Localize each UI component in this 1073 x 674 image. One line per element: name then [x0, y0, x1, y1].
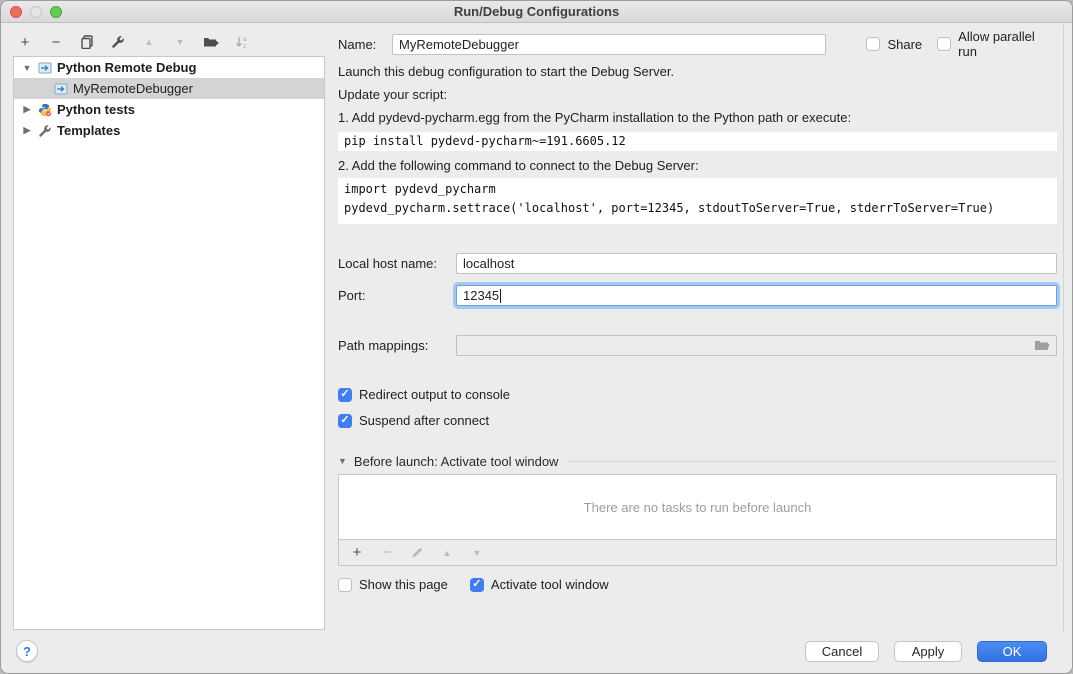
before-launch-collapse-icon[interactable]: ▼ — [338, 456, 347, 466]
settrace-code-block: import pydevd_pycharm pydevd_pycharm.set… — [338, 178, 1057, 224]
description-line-1: Launch this debug configuration to start… — [338, 64, 1057, 80]
allow-parallel-run-checkbox[interactable] — [937, 37, 951, 51]
add-configuration-button[interactable]: + — [17, 34, 33, 50]
redirect-output-checkbox[interactable] — [338, 388, 352, 402]
tree-item-label: Python Remote Debug — [57, 60, 196, 75]
edit-task-pencil-icon — [409, 545, 425, 561]
empty-tasks-message: There are no tasks to run before launch — [339, 475, 1056, 539]
local-host-name-value: localhost — [463, 256, 514, 271]
svg-text:z: z — [243, 43, 246, 50]
code-line-2: pydevd_pycharm.settrace('localhost', por… — [344, 199, 1051, 218]
port-value: 12345 — [463, 288, 499, 303]
tree-item-label: Python tests — [57, 102, 135, 117]
path-mappings-input[interactable] — [456, 335, 1057, 356]
move-down-icon: ▼ — [172, 34, 188, 50]
activate-tool-window-label: Activate tool window — [491, 577, 609, 592]
new-folder-icon[interactable] — [203, 34, 219, 50]
allow-parallel-run-label: Allow parallel run — [958, 29, 1057, 59]
remove-task-button: − — [379, 545, 395, 561]
configurations-toolbar: + − ▲ ▼ az — [17, 31, 250, 53]
tree-item-label: Templates — [57, 123, 120, 138]
local-host-name-input[interactable]: localhost — [456, 253, 1057, 274]
show-this-page-label: Show this page — [359, 577, 448, 592]
pip-install-code-block: pip install pydevd-pycharm~=191.6605.12 — [338, 132, 1057, 151]
remote-debug-config-icon — [54, 82, 68, 96]
move-task-up-icon: ▲ — [439, 545, 455, 561]
share-label: Share — [887, 37, 922, 52]
apply-button[interactable]: Apply — [894, 641, 962, 662]
activate-tool-window-checkbox[interactable] — [470, 578, 484, 592]
window-title: Run/Debug Configurations — [1, 1, 1072, 22]
python-logo-icon — [38, 103, 52, 117]
code-line-1: import pydevd_pycharm — [344, 180, 1051, 199]
before-launch-title: Before launch: Activate tool window — [354, 454, 559, 469]
tree-item-python-tests[interactable]: ▶ Python tests — [14, 99, 324, 120]
dialog-footer: ? Cancel Apply OK — [1, 629, 1072, 673]
remove-configuration-button[interactable]: − — [48, 34, 64, 50]
copy-configuration-icon[interactable] — [79, 34, 95, 50]
title-bar: Run/Debug Configurations — [1, 1, 1072, 23]
collapsed-arrow-icon[interactable]: ▶ — [22, 125, 32, 136]
configurations-tree: ▼ Python Remote Debug MyRemoteDebugger ▶… — [13, 56, 325, 630]
sort-alphabetically-icon[interactable]: az — [234, 34, 250, 50]
tree-item-templates[interactable]: ▶ Templates — [14, 120, 324, 141]
share-checkbox[interactable] — [866, 37, 880, 51]
zoom-window-button[interactable] — [50, 6, 62, 18]
section-divider — [566, 461, 1057, 462]
cancel-button[interactable]: Cancel — [805, 641, 879, 662]
port-input[interactable]: 12345 — [456, 285, 1057, 306]
tree-item-myremotedebugger[interactable]: MyRemoteDebugger — [14, 78, 324, 99]
description-line-2: Update your script: — [338, 87, 1057, 103]
move-up-icon: ▲ — [141, 34, 157, 50]
remote-debug-config-icon — [38, 61, 52, 75]
edit-defaults-wrench-icon[interactable] — [110, 34, 126, 50]
run-debug-configurations-dialog: Run/Debug Configurations + − ▲ ▼ az ▼ Py… — [0, 0, 1073, 674]
before-launch-task-list: There are no tasks to run before launch … — [338, 474, 1057, 566]
name-label: Name: — [338, 37, 392, 52]
step-1-text: 1. Add pydevd-pycharm.egg from the PyCha… — [338, 110, 1057, 126]
tree-item-python-remote-debug[interactable]: ▼ Python Remote Debug — [14, 57, 324, 78]
redirect-output-label: Redirect output to console — [359, 387, 510, 402]
templates-wrench-icon — [38, 124, 52, 138]
local-host-name-label: Local host name: — [338, 256, 456, 271]
tree-item-label: MyRemoteDebugger — [73, 81, 193, 96]
name-input[interactable]: MyRemoteDebugger — [392, 34, 826, 55]
suspend-after-connect-label: Suspend after connect — [359, 413, 489, 428]
add-task-button[interactable]: + — [349, 545, 365, 561]
minimize-window-button — [30, 6, 42, 18]
name-value: MyRemoteDebugger — [399, 37, 519, 52]
show-this-page-checkbox[interactable] — [338, 578, 352, 592]
move-task-down-icon: ▼ — [469, 545, 485, 561]
path-mappings-label: Path mappings: — [338, 338, 456, 353]
configuration-form: Name: MyRemoteDebugger Share Allow paral… — [331, 25, 1064, 631]
close-window-button[interactable] — [10, 6, 22, 18]
suspend-after-connect-checkbox[interactable] — [338, 414, 352, 428]
port-label: Port: — [338, 288, 456, 303]
svg-text:a: a — [243, 36, 247, 43]
browse-folder-icon[interactable] — [1034, 339, 1050, 352]
collapsed-arrow-icon[interactable]: ▶ — [22, 104, 32, 115]
help-button[interactable]: ? — [16, 640, 38, 662]
step-2-text: 2. Add the following command to connect … — [338, 158, 1057, 174]
ok-button[interactable]: OK — [977, 641, 1047, 662]
task-toolbar: + − ▲ ▼ — [339, 539, 1056, 565]
expanded-arrow-icon[interactable]: ▼ — [22, 63, 32, 73]
text-caret — [500, 289, 501, 303]
